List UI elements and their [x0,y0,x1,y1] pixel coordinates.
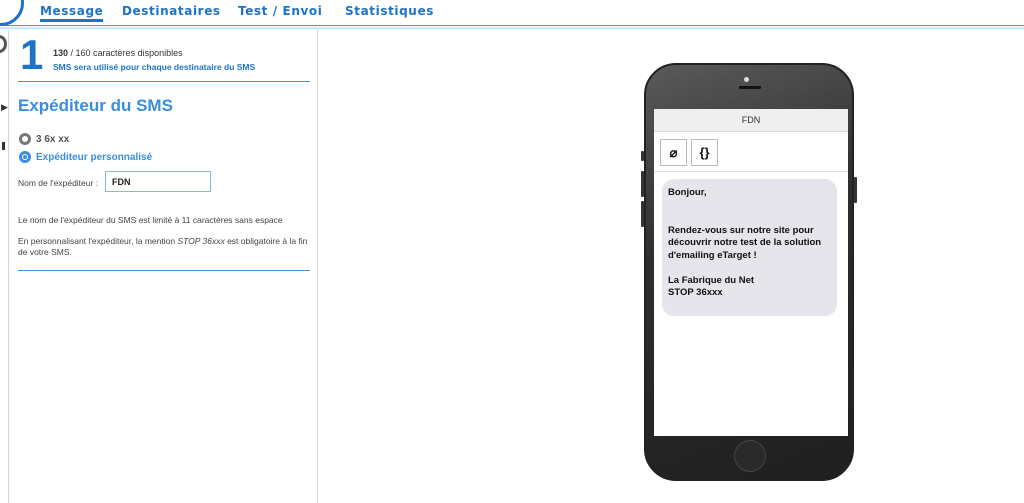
sender-name-label: Nom de l'expéditeur : [18,178,99,188]
chevron-right-icon[interactable]: ▶ [1,102,8,113]
character-counter: 130 / 160 caractères disponibles [53,48,183,58]
sender-name-input[interactable] [105,171,211,192]
radio-custom-sender[interactable] [19,151,31,163]
top-navigation: Message Destinataires Test / Envoi Stati… [0,0,1024,26]
radio-default-sender[interactable] [19,133,31,145]
sender-limit-note: Le nom de l'expéditeur du SMS est limité… [18,215,283,225]
phone-mute-switch [641,151,644,161]
tab-test-envoi[interactable]: Test / Envoi [238,4,322,18]
sender-section-title: Expéditeur du SMS [18,96,173,115]
marker-icon [2,142,5,150]
header-divider [0,27,1024,29]
tab-destinataires[interactable]: Destinataires [122,4,221,18]
phone-volume-up [641,171,644,197]
section-divider-bottom [18,270,310,271]
stop-note-prefix: En personnalisant l'expéditeur, la menti… [18,236,178,246]
chars-used: 130 [53,48,69,58]
settings-panel: 1 130 / 160 caractères disponibles SMS s… [9,30,318,503]
unlink-icon[interactable]: ⌀ [660,139,687,166]
chars-rest: / 160 caractères disponibles [68,48,183,58]
radio-custom-sender-label[interactable]: Expéditeur personnalisé [36,152,152,163]
step-ring-icon [0,35,7,53]
stop-mention-note: En personnalisant l'expéditeur, la menti… [18,236,313,258]
phone-screen: FDN ⌀ {} Bonjour, Rendez-vous sur notre … [654,109,848,436]
phone-mockup: FDN ⌀ {} Bonjour, Rendez-vous sur notre … [641,63,857,481]
phone-earpiece [739,86,761,89]
phone-volume-down [641,201,644,227]
tab-message[interactable]: Message [40,4,104,22]
preview-area: FDN ⌀ {} Bonjour, Rendez-vous sur notre … [319,30,1024,503]
phone-camera [744,77,749,82]
sms-message-bubble[interactable]: Bonjour, Rendez-vous sur notre site pour… [662,179,837,316]
phone-power-button [854,177,857,203]
braces-icon[interactable]: {} [691,139,718,166]
phone-home-button [734,440,766,472]
collapsed-side-rail: ▶ [0,30,9,503]
toolbar-divider [654,171,848,172]
sms-sender-header: FDN [654,109,848,132]
radio-default-sender-label[interactable]: 3 6x xx [36,134,69,145]
stop-note-code: STOP 36xxx [177,236,225,246]
usage-note: SMS sera utilisé pour chaque destinatair… [53,62,256,72]
tab-statistiques[interactable]: Statistiques [345,4,434,18]
section-divider [18,81,310,82]
step-number: 1 [20,31,44,78]
app-logo [0,0,24,26]
